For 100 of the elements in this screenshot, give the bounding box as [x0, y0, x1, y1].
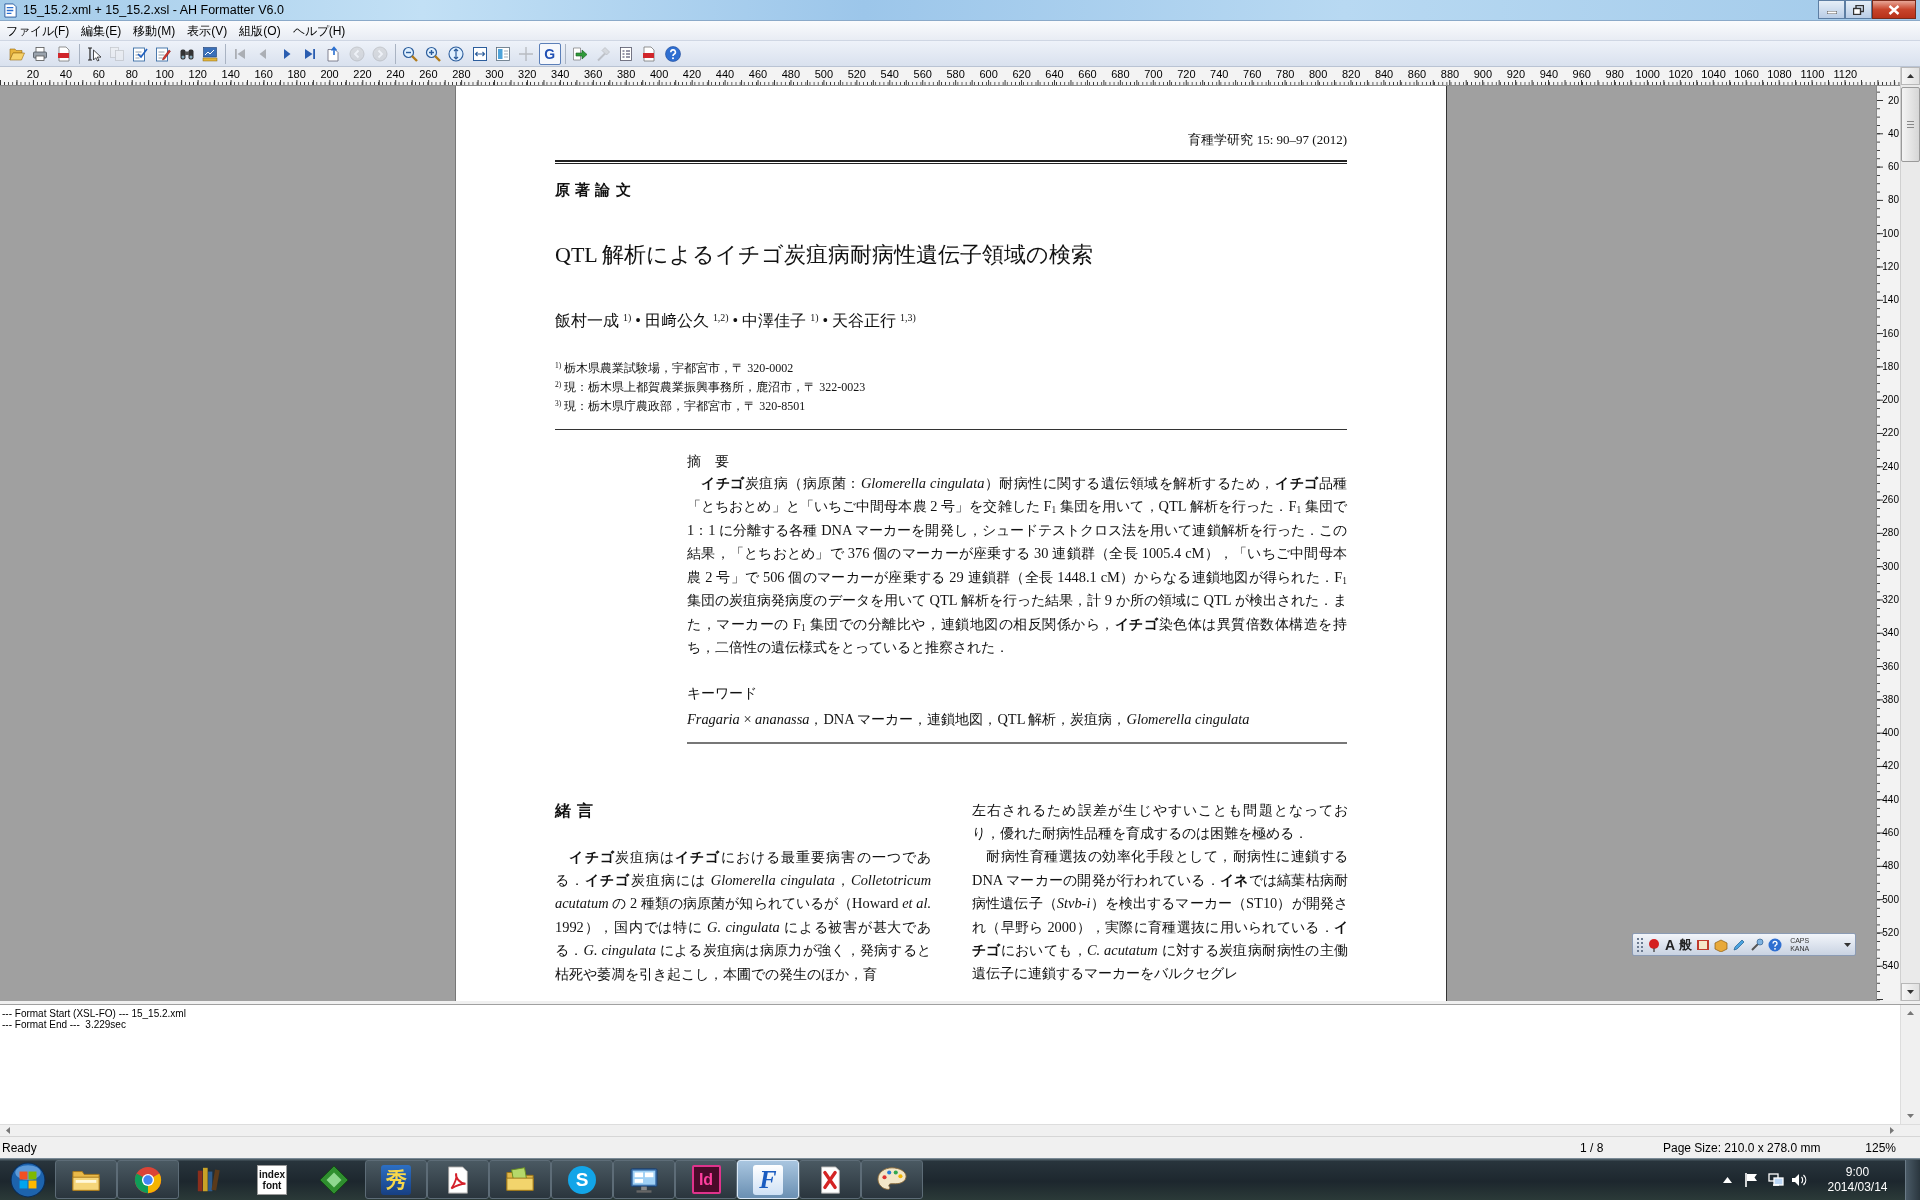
ruler-number: 420	[682, 68, 702, 82]
ruler-number: 220	[1882, 427, 1899, 439]
input-mode-button[interactable]: A	[1665, 936, 1676, 953]
ruler-number: 480	[1882, 860, 1899, 872]
speaker-icon[interactable]	[1791, 1172, 1807, 1187]
ruler-number: 400	[1882, 727, 1899, 739]
caret-icon[interactable]	[1844, 942, 1851, 947]
magnifier-icon[interactable]	[1750, 937, 1765, 952]
ruler-number: 80	[1887, 194, 1899, 206]
network-icon[interactable]	[1768, 1172, 1784, 1187]
frame-icon[interactable]	[1696, 937, 1711, 952]
ruler-number: 160	[254, 68, 273, 82]
back-circle-icon	[348, 45, 365, 62]
ruler-number: 140	[221, 68, 240, 82]
grip-icon[interactable]	[1637, 937, 1643, 952]
article-type: 原 著 論 文	[555, 180, 632, 200]
app-logo: index font	[257, 1164, 287, 1195]
show-desktop-button[interactable]	[1905, 1159, 1920, 1200]
ruler-number: 400	[649, 68, 669, 82]
ruler-number: 800	[1308, 68, 1328, 82]
page-size: Page Size: 210.0 x 278.0 mm	[1663, 1140, 1821, 1155]
app-logo: Id	[691, 1165, 721, 1194]
right-arrow-icon[interactable]	[1890, 1127, 1894, 1134]
taskbar-button[interactable]	[489, 1160, 551, 1199]
restore-button[interactable]	[1845, 0, 1872, 19]
pencil-icon[interactable]	[1732, 937, 1747, 952]
ruler-number: 180	[287, 68, 306, 82]
colored-circle-icon	[133, 1164, 163, 1195]
ruler-number: 700	[1144, 68, 1163, 82]
diamond-icon	[319, 1164, 349, 1195]
banded-document-icon	[55, 45, 72, 62]
scroll-up-button[interactable]	[1901, 67, 1920, 85]
conversion-mode-button[interactable]: 般	[1679, 936, 1693, 953]
menu-item[interactable]: ヘルプ(H)	[286, 21, 352, 40]
taskbar-button[interactable]	[427, 1160, 489, 1199]
toolbar-button[interactable]: G	[538, 42, 561, 65]
ruler-number: 140	[1882, 294, 1899, 306]
taskbar-button[interactable]: F	[737, 1160, 799, 1199]
taskbar-button[interactable]: index font	[241, 1160, 303, 1199]
taskbar-button[interactable]: 秀	[365, 1160, 427, 1199]
ruler-number: 960	[1572, 68, 1591, 82]
ruler-number: 360	[1882, 660, 1899, 672]
hexagon-icon[interactable]	[1714, 937, 1729, 952]
close-icon	[1888, 4, 1900, 15]
up-triangle-icon[interactable]	[1722, 1176, 1732, 1183]
scrollbar-thumb[interactable]	[1901, 87, 1920, 162]
menu-item[interactable]: 表示(V)	[181, 21, 234, 40]
clock-button[interactable]: 9:00 2014/03/14	[1815, 1164, 1900, 1195]
log-line: --- Format Start (XSL-FO) --- 15_15.2.xml	[2, 1008, 187, 1019]
ruler-number: 720	[1177, 68, 1196, 82]
menu-item[interactable]: 組版(O)	[233, 21, 287, 40]
menu-item[interactable]: 編集(E)	[75, 21, 128, 40]
printer-icon	[32, 45, 49, 62]
taskbar-button[interactable]	[799, 1160, 861, 1199]
flag-icon[interactable]	[1744, 1172, 1758, 1187]
ruler-number: 640	[1045, 68, 1064, 82]
abstract-text: イチゴ炭疽病（病原菌：Glomerella cingulata）耐病性に関する遺伝領域を解析するため，イチゴ品種「とちおとめ」と「いちご中間母本農 2 号」を交雑した F$_{1}$ 集団を用いて，QTL 解析を行った．F$_{1}$ 集団で 1：1 に分離する各種 DNA マーカーを開発し，シュードテストクロス法を用いて連鎖解析を行った．この結果，「とちおとめ」で 376 個のマーカーが座乗する 30 連鎖群（全長 1005.4 cM），「いちご中間母本農 2 号」で 506 個のマーカーが座乗する 29 連鎖群（全長 1448.1 cM）からなる連鎖地図が得られた．F$_{1}$ 集団の炭疽病発病度のデータを用いて QTL 解析を行った結果，計 9 か所の領域に QTL が検出された．また，マーカーの F$_{1}$ 集団での分離比や，連鎖地図の相反関係から，イチゴ染色体は異質倍数体構造を持ち，二倍性の遺伝様式をとっていると推察された．	[687, 474, 1347, 658]
restore-icon	[1853, 4, 1864, 15]
menu-item[interactable]: ファイル(F)	[0, 21, 76, 40]
ruler-number: 220	[353, 68, 372, 82]
open-folder-icon	[9, 45, 25, 62]
vertical-scrollbar[interactable]	[1900, 1005, 1920, 1124]
down-arrow-icon[interactable]	[1907, 1114, 1914, 1118]
ruler-number: 20	[1887, 94, 1899, 106]
taskbar-button[interactable]	[613, 1160, 675, 1199]
taskbar-button[interactable]	[55, 1160, 117, 1199]
ruler-number: 260	[419, 68, 438, 82]
ruler-number: 660	[1078, 68, 1097, 82]
horizontal-scrollbar[interactable]	[0, 1124, 1920, 1136]
up-arrow-icon[interactable]	[1907, 1011, 1914, 1015]
crosshair-icon	[518, 45, 535, 62]
menu-item[interactable]: 移動(M)	[127, 21, 182, 40]
close-button[interactable]	[1872, 0, 1916, 19]
ruler-number: 240	[386, 68, 405, 82]
ruler-number: 460	[1882, 827, 1899, 839]
ruler-number: 920	[1506, 68, 1526, 82]
ruler-number: 680	[1111, 68, 1130, 82]
left-arrow-icon[interactable]	[6, 1127, 10, 1134]
ruler-number: 60	[92, 68, 105, 82]
minimize-button[interactable]	[1818, 0, 1845, 19]
ruler-number: 1040	[1701, 68, 1726, 82]
taskbar-button[interactable]: Id	[675, 1160, 737, 1199]
vertical-scrollbar[interactable]	[1900, 67, 1920, 1001]
ruler-number: 340	[551, 68, 570, 82]
start-icon	[9, 1161, 46, 1198]
down-arrow-icon	[1907, 990, 1914, 994]
ruler-number: 500	[1882, 893, 1899, 905]
scroll-down-button[interactable]	[1901, 983, 1920, 1001]
pin-icon[interactable]	[1647, 937, 1661, 952]
ruler-number: 580	[946, 68, 965, 82]
taskbar-button[interactable]	[861, 1160, 923, 1199]
banded-document-icon	[641, 45, 658, 62]
help-icon[interactable]	[1768, 937, 1783, 952]
ruler-number: 280	[452, 68, 471, 82]
ruler-number: 380	[1882, 693, 1899, 705]
ruler-number: 860	[1407, 68, 1427, 82]
ruler-number: 440	[715, 68, 735, 82]
checklist-icon	[132, 45, 149, 62]
taskbar-button[interactable]	[117, 1160, 179, 1199]
page-layout-icon	[495, 45, 511, 62]
